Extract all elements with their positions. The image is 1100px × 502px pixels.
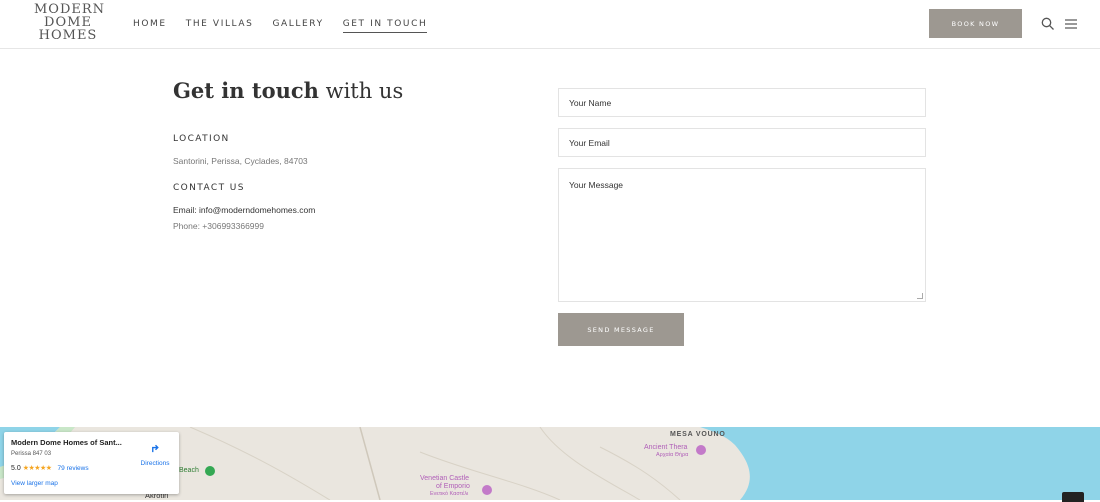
message-placeholder: Your Message [569,180,624,190]
resize-handle[interactable] [917,293,923,299]
scroll-to-top-button[interactable] [1062,492,1084,502]
reviews-link[interactable]: 79 reviews [58,465,89,472]
map-label-beach: Beach [179,467,199,474]
name-input[interactable]: Your Name [558,88,926,117]
location-heading: LOCATION [173,134,230,144]
place-address: Perissa 847 03 [11,451,52,457]
directions-icon [151,444,159,453]
name-placeholder: Your Name [569,97,612,108]
nav-the-villas[interactable]: THE VILLAS [186,19,254,33]
rating-value: 5.0 [11,465,21,472]
menu-icon[interactable] [1064,17,1078,31]
location-text: Santorini, Perissa, Cyclades, 84703 [173,156,308,166]
nav-get-in-touch[interactable]: GET IN TOUCH [342,19,428,33]
nav-home[interactable]: HOME [133,19,167,33]
place-rating: 5.0 ★★★★★ 79 reviews [11,464,89,472]
phone-text[interactable]: Phone: +306993366999 [173,221,264,231]
site-header: MODERN DOME HOMES HOME THE VILLAS GALLER… [0,0,1100,49]
logo-line-3: HOMES [38,28,98,43]
map-info-card: Modern Dome Homes of Sant... Perissa 847… [4,432,179,494]
place-name: Modern Dome Homes of Sant... [11,438,122,447]
search-icon[interactable] [1041,17,1055,31]
message-textarea[interactable]: Your Message [558,168,926,302]
rating-stars: ★★★★★ [22,465,52,472]
directions-button[interactable]: Directions [135,440,175,467]
email-text[interactable]: Email: info@moderndomehomes.com [173,205,315,215]
contact-heading: CONTACT US [173,183,245,193]
map-label-of-emporio: of Emporio [436,483,470,490]
title-bold: Get in touch [173,78,319,103]
book-now-button[interactable]: BOOK NOW [929,9,1022,38]
map-label-venetian-castle: Venetian Castle [420,475,470,482]
map-label-ancient-thera: Ancient Thera [644,444,688,451]
nav-gallery[interactable]: GALLERY [272,19,323,33]
email-placeholder: Your Email [569,137,610,148]
view-larger-map-link[interactable]: View larger map [11,480,58,487]
title-light: with us [325,79,404,103]
map-label-mesa-vouno: MESA VOUNO [670,431,726,438]
site-logo[interactable]: MODERN DOME HOMES [34,3,104,45]
map-label-ancient-thera-gr: Αρχαία Θήρα [656,452,689,458]
map-label-venetian-gr: Ενετικό Καστέλι [430,491,469,497]
email-input[interactable]: Your Email [558,128,926,157]
send-message-button[interactable]: SEND MESSAGE [558,313,684,346]
main-nav: HOME THE VILLAS GALLERY GET IN TOUCH [133,19,428,33]
page-title: Get in touch with us [173,78,403,103]
directions-label: Directions [140,460,170,467]
